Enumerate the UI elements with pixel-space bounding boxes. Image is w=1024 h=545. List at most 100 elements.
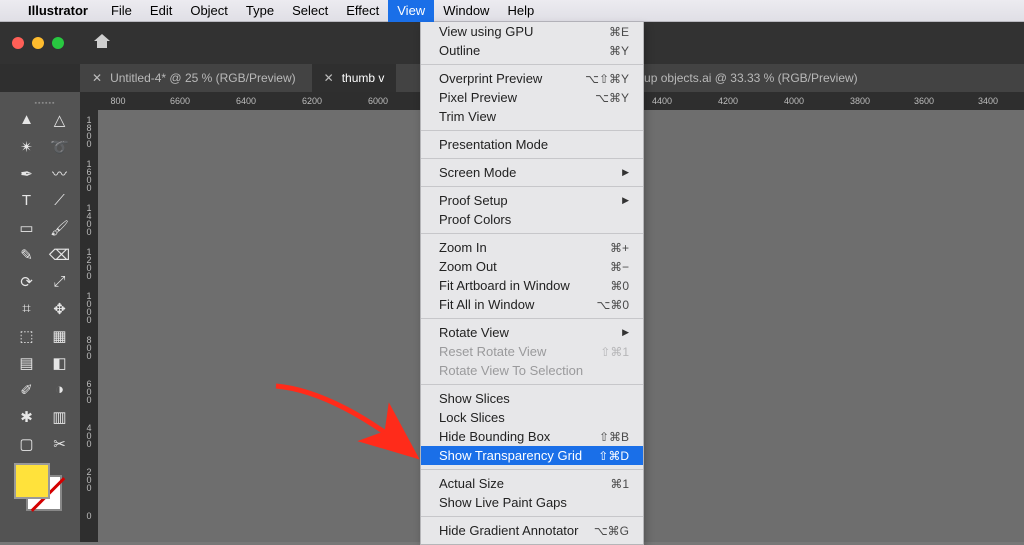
close-window-button[interactable] (12, 37, 24, 49)
menu-file[interactable]: File (102, 0, 141, 22)
menu-item-view-using-gpu[interactable]: View using GPU⌘E (421, 22, 643, 41)
menu-separator (421, 318, 643, 319)
menu-item-lock-slices[interactable]: Lock Slices (421, 408, 643, 427)
blend-tool[interactable]: ◑ (43, 377, 76, 403)
menu-item-show-transparency-grid[interactable]: Show Transparency Grid⇧⌘D (421, 446, 643, 465)
fill-stroke-swatch[interactable] (14, 463, 60, 509)
menu-object[interactable]: Object (181, 0, 237, 22)
mesh-tool[interactable]: ▤ (10, 350, 43, 376)
ruler-vertical[interactable]: 180016001400120010008006004002000 (80, 92, 98, 542)
menu-item-hide-bounding-box[interactable]: Hide Bounding Box⇧⌘B (421, 427, 643, 446)
menu-item-overprint-preview[interactable]: Overprint Preview⌥⇧⌘Y (421, 69, 643, 88)
direct-selection-tool[interactable]: △ (43, 107, 76, 133)
menu-type[interactable]: Type (237, 0, 283, 22)
symbol-sprayer-tool[interactable]: ✱ (10, 404, 43, 430)
minimize-window-button[interactable] (32, 37, 44, 49)
document-tab[interactable]: ✕ thumb v (312, 64, 397, 92)
rectangle-tool[interactable]: ▭ (10, 215, 43, 241)
type-tool[interactable]: T (10, 188, 43, 214)
menu-separator (421, 384, 643, 385)
document-tab[interactable]: roup objects.ai @ 33.33 % (RGB/Preview) (621, 64, 869, 92)
document-tab-label: thumb v (342, 71, 385, 85)
menu-item-rotate-view-to-selection: Rotate View To Selection (421, 361, 643, 380)
ruler-tick: 6600 (160, 92, 200, 110)
menu-item-label: Reset Rotate View (439, 344, 546, 359)
menu-item-show-live-paint-gaps[interactable]: Show Live Paint Gaps (421, 493, 643, 512)
menu-item-proof-colors[interactable]: Proof Colors (421, 210, 643, 229)
menu-item-label: Proof Colors (439, 212, 511, 227)
menu-item-reset-rotate-view: Reset Rotate View ⇧⌘1 (421, 342, 643, 361)
ruler-tick: 400 (80, 424, 98, 448)
menu-item-label: Lock Slices (439, 410, 505, 425)
menu-shortcut: ⌘+ (610, 241, 629, 255)
home-icon[interactable] (92, 32, 112, 55)
menu-item-screen-mode[interactable]: Screen Mode (421, 163, 643, 182)
menu-item-zoom-in[interactable]: Zoom In⌘+ (421, 238, 643, 257)
close-tab-icon[interactable]: ✕ (324, 71, 334, 85)
menu-item-fit-all-in-window[interactable]: Fit All in Window⌥⌘0 (421, 295, 643, 314)
pen-tool[interactable]: ✒ (10, 161, 43, 187)
selection-tool[interactable]: ▲ (10, 107, 43, 133)
gradient-tool[interactable]: ◧ (43, 350, 76, 376)
paintbrush-tool[interactable]: 🖌 (43, 215, 76, 241)
fill-swatch[interactable] (14, 463, 50, 499)
artboard-tool[interactable]: ▢ (10, 431, 43, 457)
menu-shortcut: ⌘1 (610, 477, 629, 491)
menu-item-zoom-out[interactable]: Zoom Out⌘− (421, 257, 643, 276)
menu-shortcut: ⇧⌘D (598, 449, 629, 463)
menu-edit[interactable]: Edit (141, 0, 181, 22)
menu-item-label: Actual Size (439, 476, 504, 491)
menu-item-pixel-preview[interactable]: Pixel Preview⌥⌘Y (421, 88, 643, 107)
menu-item-proof-setup[interactable]: Proof Setup (421, 191, 643, 210)
menu-shortcut: ⇧⌘1 (600, 345, 629, 359)
ruler-tick: 6000 (358, 92, 398, 110)
menu-help[interactable]: Help (498, 0, 543, 22)
menu-effect[interactable]: Effect (337, 0, 388, 22)
ruler-tick: 4400 (642, 92, 682, 110)
menu-item-actual-size[interactable]: Actual Size ⌘1 (421, 474, 643, 493)
document-tab-label: roup objects.ai @ 33.33 % (RGB/Preview) (633, 71, 857, 85)
curvature-tool[interactable]: 〰 (43, 161, 76, 187)
menu-item-label: View using GPU (439, 24, 533, 39)
free-transform-tool[interactable]: ✥ (43, 296, 76, 322)
menu-shortcut: ⌘0 (610, 279, 629, 293)
ruler-tick: 200 (80, 468, 98, 492)
view-menu-dropdown: View using GPU⌘EOutline⌘Y Overprint Previ… (420, 22, 644, 545)
eyedropper-tool[interactable]: ✐ (10, 377, 43, 403)
menu-item-show-slices[interactable]: Show Slices (421, 389, 643, 408)
app-name[interactable]: Illustrator (28, 3, 88, 18)
menu-select[interactable]: Select (283, 0, 337, 22)
ruler-tick: 1200 (80, 248, 98, 280)
menu-separator (421, 158, 643, 159)
close-tab-icon[interactable]: ✕ (92, 71, 102, 85)
menu-item-presentation-mode[interactable]: Presentation Mode (421, 135, 643, 154)
scale-tool[interactable]: ⤢ (43, 269, 76, 295)
shaper-tool[interactable]: ✎ (10, 242, 43, 268)
document-tab-label: Untitled-4* @ 25 % (RGB/Preview) (110, 71, 296, 85)
menu-view[interactable]: View (388, 0, 434, 22)
menu-window[interactable]: Window (434, 0, 498, 22)
menu-item-rotate-view[interactable]: Rotate View (421, 323, 643, 342)
slice-tool[interactable]: ✂ (43, 431, 76, 457)
rotate-tool[interactable]: ⟳ (10, 269, 43, 295)
menu-item-fit-artboard-in-window[interactable]: Fit Artboard in Window⌘0 (421, 276, 643, 295)
width-tool[interactable]: ⌗ (10, 296, 43, 322)
menu-shortcut: ⌘Y (609, 44, 629, 58)
column-graph-tool[interactable]: ▥ (43, 404, 76, 430)
menu-separator (421, 233, 643, 234)
magic-wand-tool[interactable]: ✴ (10, 134, 43, 160)
menu-item-label: Trim View (439, 109, 496, 124)
menu-shortcut: ⌥⇧⌘Y (585, 72, 629, 86)
menu-item-label: Rotate View (439, 325, 509, 340)
ruler-tick: 800 (98, 92, 138, 110)
menu-item-hide-gradient-annotator[interactable]: Hide Gradient Annotator⌥⌘G (421, 521, 643, 540)
zoom-window-button[interactable] (52, 37, 64, 49)
shape-builder-tool[interactable]: ⬚ (10, 323, 43, 349)
perspective-grid-tool[interactable]: ▦ (43, 323, 76, 349)
lasso-tool[interactable]: ➰ (43, 134, 76, 160)
document-tab[interactable]: ✕ Untitled-4* @ 25 % (RGB/Preview) (80, 64, 308, 92)
eraser-tool[interactable]: ⌫ (43, 242, 76, 268)
menu-item-trim-view[interactable]: Trim View (421, 107, 643, 126)
line-segment-tool[interactable]: ⟋ (43, 188, 76, 214)
menu-item-outline[interactable]: Outline⌘Y (421, 41, 643, 60)
